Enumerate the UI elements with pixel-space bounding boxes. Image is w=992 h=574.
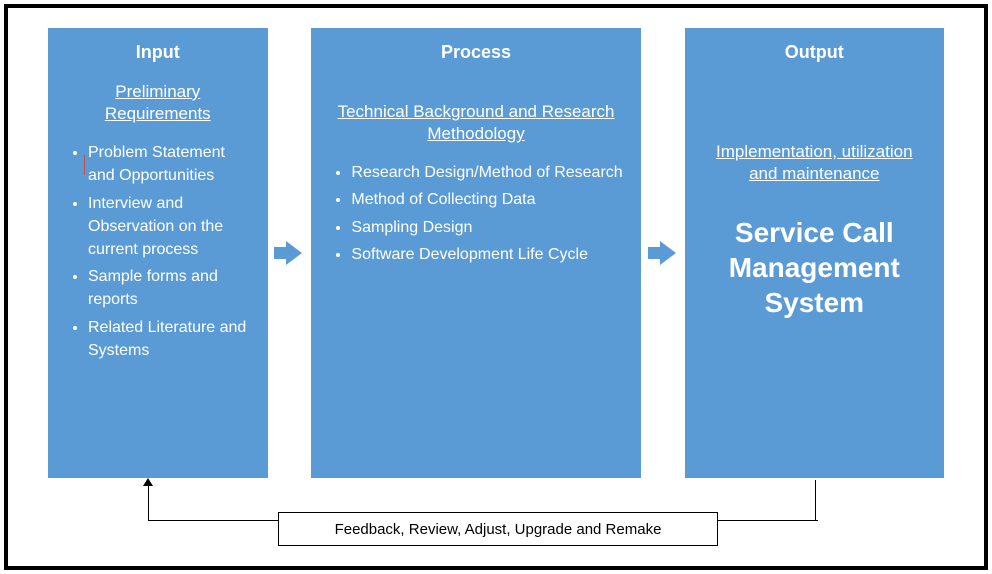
arrow-input-to-process [268,28,312,478]
output-subtitle: Implementation, utilization and maintena… [703,141,926,185]
list-item: Software Development Life Cycle [351,243,622,266]
ipo-row: Input Preliminary Requirements Problem S… [48,28,944,478]
input-subtitle: Preliminary Requirements [66,81,250,125]
feedback-box: Feedback, Review, Adjust, Upgrade and Re… [278,512,718,546]
process-box: Process Technical Background and Researc… [311,28,640,478]
input-list: Problem Statement and Opportunities Inte… [66,141,250,366]
feedback-arrowhead-icon [143,478,153,486]
output-system-name: Service Call Management System [703,215,926,320]
feedback-loop-line [148,484,149,520]
list-item: Related Literature and Systems [88,316,250,362]
feedback-label: Feedback, Review, Adjust, Upgrade and Re… [335,521,662,538]
process-title: Process [329,42,622,63]
output-box: Output Implementation, utilization and m… [685,28,944,478]
arrow-right-icon [648,241,678,265]
process-list: Research Design/Method of Research Metho… [329,161,622,270]
arrow-right-icon [274,241,304,265]
list-item: Problem Statement and Opportunities [88,141,250,187]
list-item: Method of Collecting Data [351,188,622,211]
list-item: Interview and Observation on the current… [88,192,250,262]
input-title: Input [66,42,250,63]
arrow-process-to-output [641,28,685,478]
process-subtitle: Technical Background and Research Method… [329,101,622,145]
list-item: Sampling Design [351,216,622,239]
diagram-frame: Input Preliminary Requirements Problem S… [4,4,988,570]
list-item: Sample forms and reports [88,265,250,311]
output-title: Output [703,42,926,63]
input-box: Input Preliminary Requirements Problem S… [48,28,268,478]
list-item: Research Design/Method of Research [351,161,622,184]
text-cursor-icon [84,155,85,175]
